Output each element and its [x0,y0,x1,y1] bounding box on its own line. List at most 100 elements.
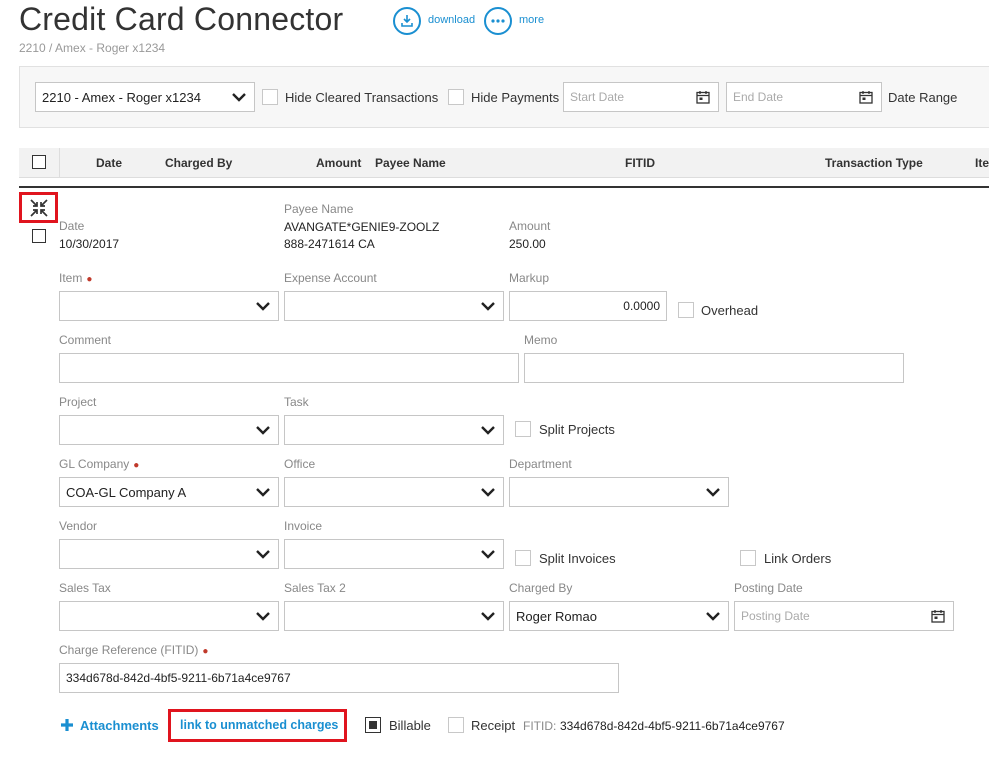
calendar-icon[interactable] [931,609,945,623]
fitid-value: 334d678d-842d-4bf5-9211-6b71a4ce9767 [560,719,785,733]
split-invoices-label: Split Invoices [539,551,616,566]
start-date-input[interactable]: Start Date [563,82,719,112]
more-link[interactable]: more [519,14,544,26]
invoice-label: Invoice [284,519,323,533]
start-date-placeholder: Start Date [570,90,625,104]
hide-payments-label: Hide Payments [471,90,560,105]
chevron-down-icon [481,612,495,621]
required-marker: ● [86,274,93,285]
row-select-checkbox[interactable] [32,229,46,243]
memo-input[interactable] [524,353,904,383]
required-marker: ● [133,460,140,471]
charged-by-select[interactable]: Roger Romao [509,601,729,631]
hide-cleared-label: Hide Cleared Transactions [285,90,439,105]
column-charged-by[interactable]: Charged By [165,156,232,170]
collapse-icon [30,199,48,217]
download-button[interactable] [393,7,421,35]
account-select-value: 2210 - Amex - Roger x1234 [42,89,201,105]
posting-date-input[interactable]: Posting Date [734,601,954,631]
charged-by-value: Roger Romao [516,608,597,624]
markup-label: Markup [509,271,550,285]
split-invoices-checkbox[interactable] [515,550,531,566]
posting-date-label: Posting Date [734,581,803,595]
item-select[interactable] [59,291,279,321]
receipt-checkbox[interactable] [448,717,464,733]
overhead-label: Overhead [701,303,759,318]
chevron-down-icon [256,550,270,559]
expense-account-label: Expense Account [284,271,377,285]
sales-tax-select[interactable] [59,601,279,631]
department-select[interactable] [509,477,729,507]
gl-company-select[interactable]: COA-GL Company A [59,477,279,507]
gl-company-label: GL Company ● [59,457,140,471]
hide-cleared-checkbox[interactable] [262,89,278,105]
date-range-label: Date Range [888,90,958,105]
comment-label: Comment [59,333,112,347]
download-link[interactable]: download [428,14,475,26]
column-transaction-type[interactable]: Transaction Type [825,156,923,170]
sales-tax-label: Sales Tax [59,581,111,595]
calendar-icon[interactable] [696,90,710,104]
chevron-down-icon [706,488,720,497]
fitid-label: FITID: [523,719,557,733]
date-value: 10/30/2017 [59,237,120,251]
billable-label: Billable [389,718,431,733]
column-date[interactable]: Date [96,156,122,170]
chevron-down-icon [481,426,495,435]
split-projects-checkbox[interactable] [515,421,531,437]
billable-checkbox[interactable] [365,717,381,733]
more-button[interactable] [484,7,512,35]
calendar-icon[interactable] [859,90,873,104]
chevron-down-icon [481,488,495,497]
column-payee-name[interactable]: Payee Name [375,156,446,170]
charge-ref-label: Charge Reference (FITID) ● [59,643,209,657]
invoice-select[interactable] [284,539,504,569]
project-select[interactable] [59,415,279,445]
required-marker: ● [202,646,209,657]
payee-value-line1: AVANGATE*GENIE9-ZOOLZ [284,220,440,234]
receipt-label: Receipt [471,718,516,733]
task-label: Task [284,395,309,409]
expense-account-select[interactable] [284,291,504,321]
collapse-row-button[interactable] [19,192,58,223]
column-amount[interactable]: Amount [316,156,361,170]
project-label: Project [59,395,97,409]
link-orders-checkbox[interactable] [740,550,756,566]
charge-ref-input[interactable]: 334d678d-842d-4bf5-9211-6b71a4ce9767 [59,663,619,693]
link-orders-label: Link Orders [764,551,832,566]
office-select[interactable] [284,477,504,507]
link-unmatched-charges[interactable]: link to unmatched charges [180,718,338,732]
item-label: Item ● [59,271,93,285]
vendor-select[interactable] [59,539,279,569]
office-label: Office [284,457,316,471]
chevron-down-icon [706,612,720,621]
page-title: Credit Card Connector [19,1,344,37]
task-select[interactable] [284,415,504,445]
hide-payments-checkbox[interactable] [448,89,464,105]
gl-company-value: COA-GL Company A [66,484,187,500]
table-divider [19,186,989,188]
end-date-placeholder: End Date [733,90,784,104]
department-label: Department [509,457,572,471]
chevron-down-icon [481,302,495,311]
posting-date-placeholder: Posting Date [741,609,810,623]
column-item[interactable]: Ite [975,156,989,170]
markup-input[interactable]: 0.0000 [509,291,667,321]
select-all-checkbox[interactable] [32,155,46,169]
memo-label: Memo [524,333,558,347]
attachments-link[interactable]: Attachments [80,718,159,733]
chevron-down-icon [256,488,270,497]
chevron-down-icon [256,612,270,621]
plus-icon[interactable] [60,718,74,732]
account-select[interactable]: 2210 - Amex - Roger x1234 [35,82,255,112]
charged-by-label: Charged By [509,581,573,595]
comment-input[interactable] [59,353,519,383]
chevron-down-icon [232,93,246,102]
breadcrumb: 2210 / Amex - Roger x1234 [19,41,166,55]
overhead-checkbox[interactable] [678,302,694,318]
end-date-input[interactable]: End Date [726,82,882,112]
column-fitid[interactable]: FITID [625,156,655,170]
payee-label: Payee Name [284,202,354,216]
sales-tax2-select[interactable] [284,601,504,631]
amount-label: Amount [509,219,551,233]
